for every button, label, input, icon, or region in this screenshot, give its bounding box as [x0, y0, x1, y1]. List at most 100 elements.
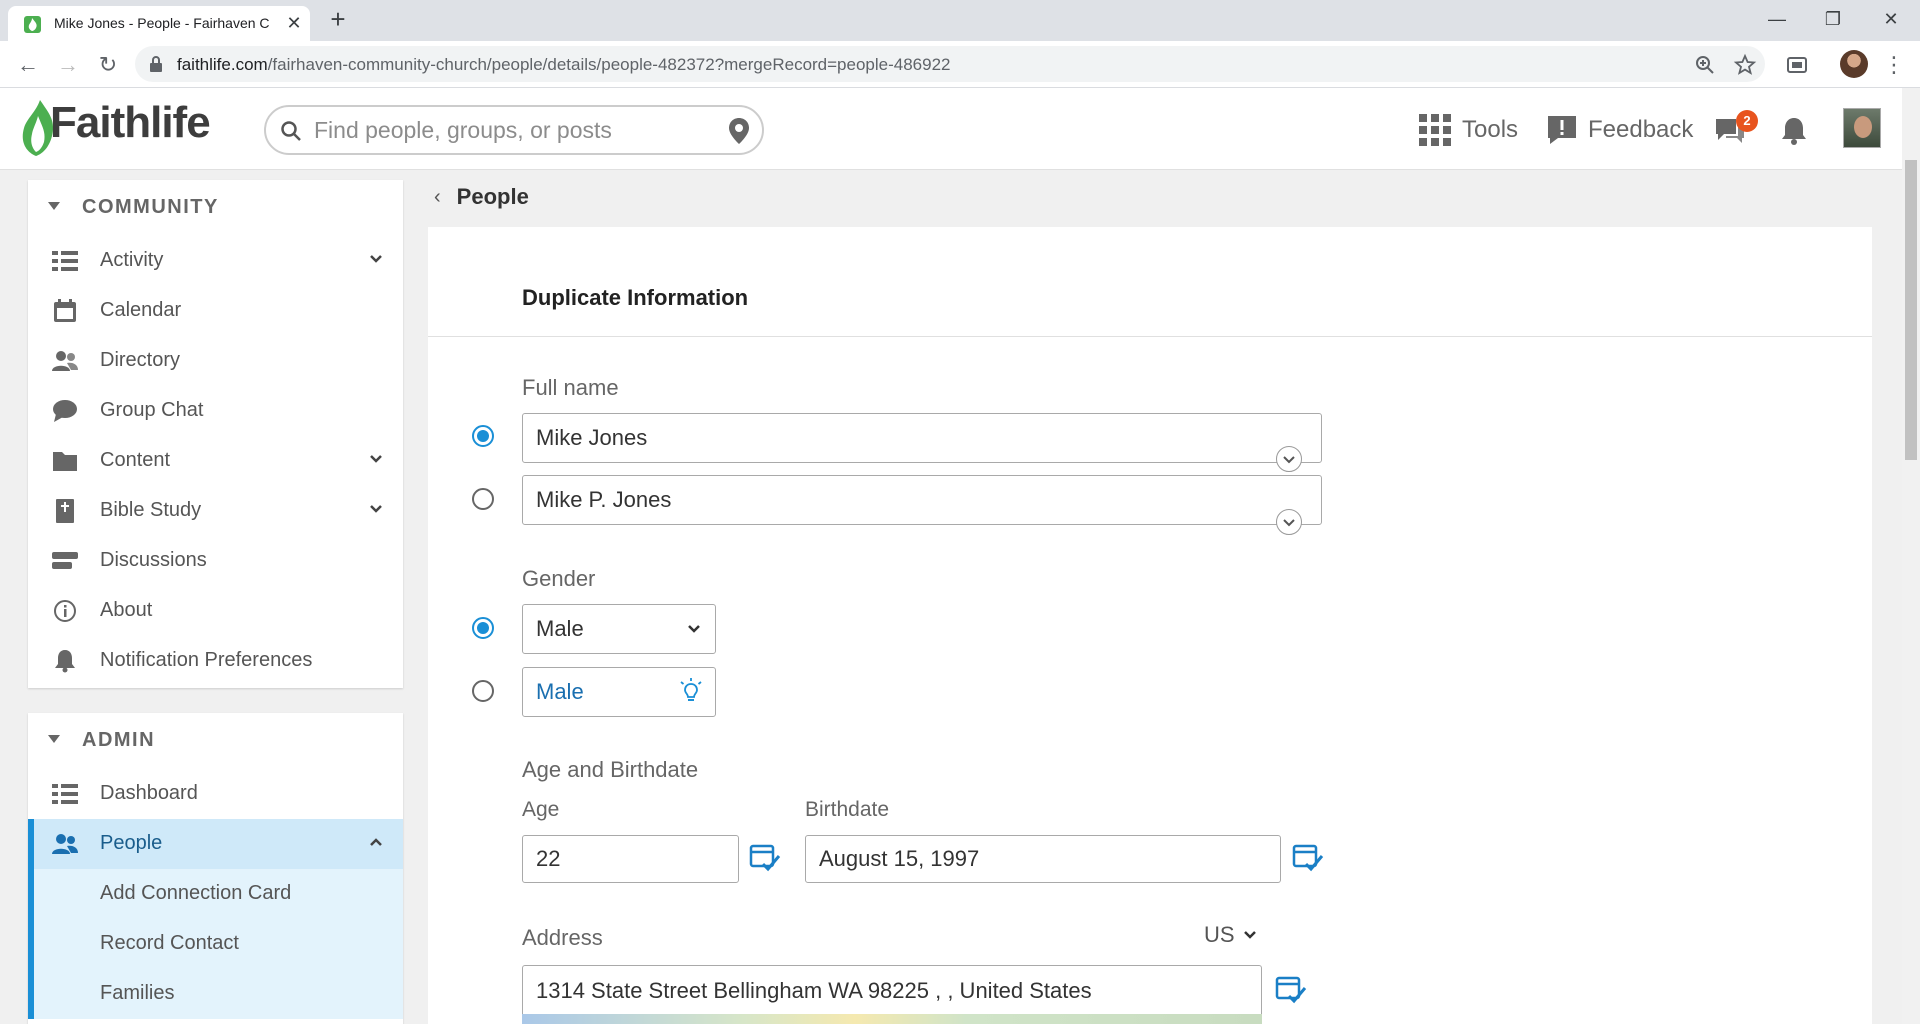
chevron-up-icon[interactable]: [368, 834, 384, 850]
back-icon[interactable]: ←: [14, 51, 42, 79]
admin-heading[interactable]: ADMIN: [28, 713, 403, 769]
chevron-down-icon[interactable]: [368, 501, 384, 517]
calendar-check-icon[interactable]: [1292, 842, 1324, 874]
lightbulb-icon: [680, 678, 702, 701]
full-name-field-1[interactable]: Mike Jones: [522, 413, 1322, 463]
sidebar-item-bible-study[interactable]: Bible Study: [28, 486, 403, 536]
panel-header: Duplicate Information: [428, 227, 1872, 337]
tools-button[interactable]: Tools: [1418, 110, 1518, 150]
forward-icon[interactable]: →: [54, 51, 82, 79]
faithlife-logo-text[interactable]: Faithlife: [50, 98, 211, 148]
chat-icon: [53, 400, 77, 422]
address-bar[interactable]: faithlife.com/fairhaven-community-church…: [135, 46, 1765, 82]
address-map-preview[interactable]: [522, 1014, 1262, 1024]
zoom-icon[interactable]: [1693, 53, 1717, 77]
browser-menu-icon[interactable]: ⋮: [1880, 51, 1908, 79]
sidebar-item-discussions[interactable]: Discussions: [28, 536, 403, 586]
people-icon: [52, 834, 78, 854]
chevron-down-icon: [688, 625, 700, 633]
directory-icon: [52, 351, 78, 371]
tab-close-icon[interactable]: ✕: [284, 13, 304, 33]
sidebar-item-group-chat[interactable]: Group Chat: [28, 386, 403, 436]
sidebar-item-about[interactable]: About: [28, 586, 403, 636]
bell-icon[interactable]: [1780, 116, 1808, 146]
chevron-down-icon[interactable]: [368, 451, 384, 467]
user-avatar[interactable]: [1843, 108, 1881, 148]
restore-icon[interactable]: ❐: [1818, 6, 1848, 32]
browser-profile-avatar[interactable]: [1840, 50, 1868, 78]
calendar-check-icon[interactable]: [1275, 974, 1307, 1006]
birthdate-field[interactable]: August 15, 1997: [805, 835, 1281, 883]
sidebar-item-directory[interactable]: Directory: [28, 336, 403, 386]
breadcrumb[interactable]: ‹ People: [434, 184, 529, 210]
gender-suggestion-field[interactable]: Male: [522, 667, 716, 717]
chevron-left-icon[interactable]: ‹: [434, 186, 441, 209]
folder-icon: [53, 452, 77, 471]
full-name-field-2[interactable]: Mike P. Jones: [522, 475, 1322, 525]
chevron-down-icon[interactable]: [368, 251, 384, 267]
page-title: Duplicate Information: [522, 285, 749, 310]
calendar-icon: [54, 299, 76, 322]
sidebar-item-notification-preferences[interactable]: Notification Preferences: [28, 636, 403, 686]
birthdate-label: Birthdate: [805, 798, 890, 821]
feedback-label: Feedback: [1588, 116, 1694, 143]
gender-radio-2[interactable]: [472, 680, 494, 702]
sidebar-item-people[interactable]: People: [28, 819, 403, 869]
expand-chevron-icon[interactable]: [1276, 446, 1302, 472]
chat-notification-badge: 2: [1736, 110, 1758, 132]
reload-icon[interactable]: ↻: [94, 51, 122, 79]
sidebar-item-dashboard[interactable]: Dashboard: [28, 769, 403, 819]
sidebar-item-families[interactable]: Families: [28, 969, 403, 1019]
collapse-caret-icon: [48, 202, 60, 210]
community-heading[interactable]: COMMUNITY: [28, 180, 403, 236]
activity-icon: [52, 251, 78, 271]
sidebar-item-record-contact[interactable]: Record Contact: [28, 919, 403, 969]
feedback-button[interactable]: Feedback: [1546, 110, 1693, 150]
bible-icon: [56, 499, 74, 523]
sidebar-item-add-connection-card[interactable]: Add Connection Card: [28, 869, 403, 919]
info-icon: [54, 600, 76, 622]
tab-title: Mike Jones - People - Fairhaven C: [54, 15, 270, 31]
admin-nav: ADMIN Dashboard People Add Connection Ca…: [28, 713, 403, 1024]
scrollbar-thumb[interactable]: [1905, 160, 1917, 460]
browser-tab[interactable]: Mike Jones - People - Fairhaven C ✕: [8, 6, 310, 41]
minimize-icon[interactable]: —: [1762, 6, 1792, 32]
grid-icon: [1419, 114, 1451, 146]
new-tab-icon[interactable]: +: [326, 6, 350, 32]
gender-radio-1[interactable]: [472, 617, 494, 639]
sidebar-item-content[interactable]: Content: [28, 436, 403, 486]
sidebar-item-activity[interactable]: Activity: [28, 236, 403, 286]
address-field[interactable]: 1314 State Street Bellingham WA 98225 , …: [522, 965, 1262, 1015]
window-close-icon[interactable]: ✕: [1876, 6, 1906, 32]
bookmark-star-icon[interactable]: [1733, 53, 1757, 77]
lock-icon: [150, 56, 162, 72]
country-select[interactable]: US: [1204, 922, 1257, 948]
age-birthdate-label: Age and Birthdate: [522, 757, 699, 782]
faithlife-favicon-icon: [24, 16, 41, 33]
search-icon: [281, 121, 301, 141]
full-name-radio-2[interactable]: [472, 488, 494, 510]
browser-toolbar: ← → ↻ faithlife.com/fairhaven-community-…: [0, 41, 1920, 88]
sidebar-item-calendar[interactable]: Calendar: [28, 286, 403, 336]
address-label: Address: [522, 925, 603, 950]
gender-select[interactable]: Male: [522, 604, 716, 654]
community-nav: COMMUNITY Activity Calendar Directory Gr…: [28, 180, 403, 688]
extension-icon[interactable]: [1785, 53, 1809, 77]
dashboard-icon: [52, 784, 78, 804]
search-box[interactable]: [264, 105, 764, 155]
collapse-caret-icon: [48, 735, 60, 743]
age-label: Age: [522, 798, 560, 821]
browser-tabstrip: Mike Jones - People - Fairhaven C ✕ + — …: [0, 0, 1920, 41]
expand-chevron-icon[interactable]: [1276, 509, 1302, 535]
url-text: faithlife.com/fairhaven-community-church…: [177, 55, 951, 74]
page-scrollbar[interactable]: [1902, 88, 1920, 1024]
full-name-radio-1[interactable]: [472, 425, 494, 447]
age-field[interactable]: 22: [522, 835, 739, 883]
gender-label: Gender: [522, 566, 596, 591]
search-input[interactable]: [314, 116, 694, 144]
calendar-check-icon[interactable]: [749, 842, 781, 874]
full-name-label: Full name: [522, 375, 619, 400]
feedback-icon: [1548, 116, 1576, 144]
location-pin-icon[interactable]: [728, 117, 750, 145]
discussions-icon: [52, 552, 78, 569]
